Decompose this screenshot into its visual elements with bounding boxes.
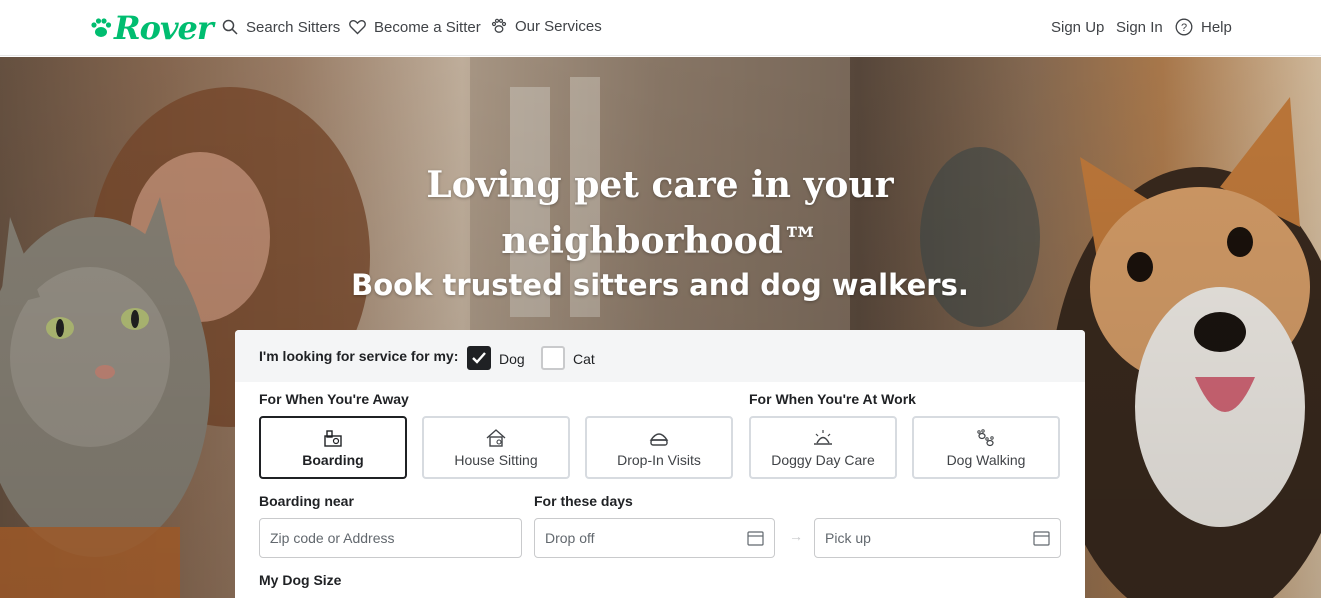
help-icon: ? [1175, 18, 1193, 36]
help-label: Help [1201, 18, 1232, 36]
top-nav: Rover Search Sitters Become a Sitter Our… [0, 0, 1321, 56]
location-placeholder: Zip code or Address [270, 530, 395, 546]
calendar-icon [1033, 531, 1050, 546]
calendar-icon [747, 531, 764, 546]
date-range-arrow-icon: → [789, 528, 803, 544]
checkmark-icon [472, 352, 486, 364]
service-dog-walking-label: Dog Walking [946, 451, 1026, 468]
cat-checkbox-label: Cat [573, 351, 595, 367]
service-drop-in-visits[interactable]: Drop-In Visits [585, 416, 733, 479]
service-boarding[interactable]: Boarding [259, 416, 407, 479]
drop-off-input[interactable]: Drop off [534, 518, 775, 558]
service-house-sitting[interactable]: House Sitting [422, 416, 570, 479]
nav-search-sitters-label: Search Sitters [246, 18, 341, 36]
paw-logo-icon [91, 18, 112, 37]
hero-title: Loving pet care in your neighborhood™ [360, 157, 960, 269]
service-house-sitting-label: House Sitting [454, 451, 538, 468]
help-link[interactable]: ? Help [1175, 16, 1232, 38]
nav-our-services[interactable]: Our Services [491, 15, 602, 37]
heart-icon [349, 20, 366, 35]
bowl-icon [649, 432, 669, 446]
nav-our-services-label: Our Services [515, 17, 602, 35]
hero-subtitle: Book trusted sitters and dog walkers. [351, 268, 969, 302]
work-heading: For When You're At Work [749, 391, 916, 407]
rover-logo[interactable]: Rover [90, 8, 214, 48]
pet-type-label: I'm looking for service for my: [259, 348, 459, 364]
sign-in-link[interactable]: Sign In [1116, 16, 1163, 38]
pick-up-placeholder: Pick up [825, 530, 871, 546]
location-input[interactable]: Zip code or Address [259, 518, 522, 558]
boarding-icon [324, 429, 342, 447]
dog-checkbox[interactable] [467, 346, 491, 370]
cat-checkbox[interactable] [541, 346, 565, 370]
nav-become-sitter-label: Become a Sitter [374, 18, 481, 36]
sign-up-link[interactable]: Sign Up [1051, 16, 1104, 38]
service-dog-walking[interactable]: Dog Walking [912, 416, 1060, 479]
pick-up-input[interactable]: Pick up [814, 518, 1061, 558]
search-icon [222, 19, 238, 35]
logo-text: Rover [114, 9, 214, 47]
nav-become-sitter[interactable]: Become a Sitter [349, 16, 481, 38]
hero-title-line1: Loving pet care in your [426, 164, 894, 206]
service-doggy-day-care-label: Doggy Day Care [771, 451, 875, 468]
service-doggy-day-care[interactable]: Doggy Day Care [749, 416, 897, 479]
sun-icon [814, 429, 832, 445]
hero-title-line2: neighborhood™ [501, 220, 819, 262]
search-form-card: I'm looking for service for my: Dog Cat … [235, 330, 1085, 598]
dog-size-label: My Dog Size [259, 572, 342, 588]
nav-search-sitters[interactable]: Search Sitters [222, 16, 340, 38]
boarding-near-label: Boarding near [259, 493, 354, 509]
paws-icon [977, 428, 994, 446]
drop-off-placeholder: Drop off [545, 530, 595, 546]
days-label: For these days [534, 493, 633, 509]
svg-text:?: ? [1181, 22, 1187, 34]
paw-icon [491, 18, 507, 33]
service-boarding-label: Boarding [302, 451, 364, 468]
service-drop-in-visits-label: Drop-In Visits [617, 451, 701, 468]
away-heading: For When You're Away [259, 391, 409, 407]
dog-checkbox-label: Dog [499, 351, 525, 367]
house-icon [486, 428, 506, 447]
